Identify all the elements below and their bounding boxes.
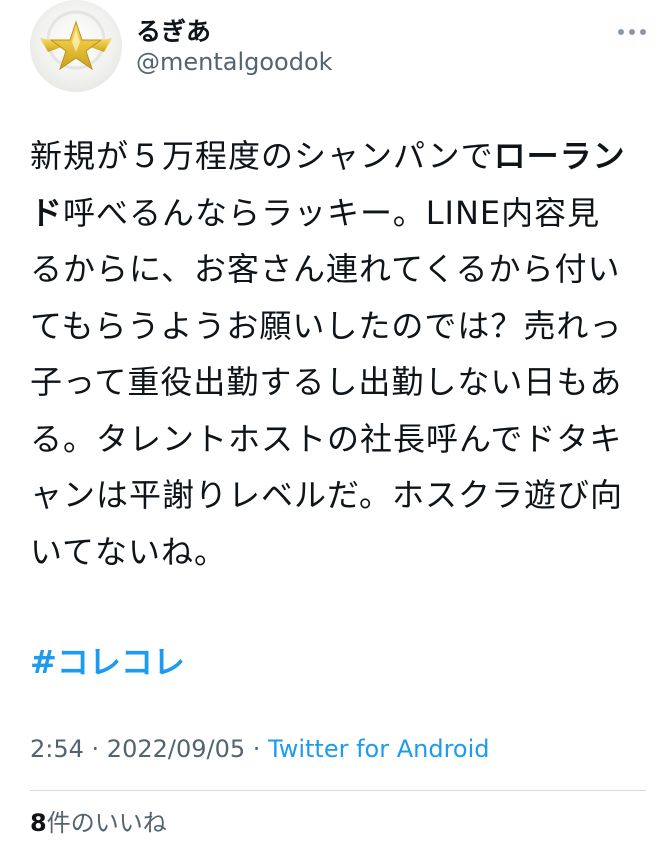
hashtag-link[interactable]: #コレコレ xyxy=(30,636,185,688)
tweet-metadata: 2:54 · 2022/09/05 · Twitter for Android xyxy=(30,732,490,766)
author-display-name[interactable]: るぎあ xyxy=(136,12,211,48)
tweet-text-part1: 新規が５万程度のシャンパンで xyxy=(30,137,494,175)
divider xyxy=(30,790,646,791)
tweet-text-part2: 呼べるんならラッキー。LINE内容見るからに、お客さん連れてくるから付いてもらう… xyxy=(30,193,624,571)
likes-label: 件のいいね xyxy=(46,809,167,837)
gold-star-emblem-icon xyxy=(40,10,112,71)
tweet-time[interactable]: 2:54 xyxy=(30,735,84,763)
author-handle[interactable]: @mentalgoodok xyxy=(136,48,333,76)
meta-separator: · xyxy=(245,735,269,763)
tweet-header: るぎあ @mentalgoodok xyxy=(28,0,648,110)
more-horizontal-icon xyxy=(618,29,646,35)
avatar[interactable] xyxy=(30,0,122,92)
tweet-body: 新規が５万程度のシャンパンでローランド呼べるんならラッキー。LINE内容見るから… xyxy=(30,128,630,580)
likes-stat[interactable]: 8件のいいね xyxy=(30,806,167,840)
tweet-source-link[interactable]: Twitter for Android xyxy=(268,735,489,763)
likes-count: 8 xyxy=(30,809,47,837)
tweet-date[interactable]: 2022/09/05 xyxy=(107,735,245,763)
more-options-button[interactable] xyxy=(616,24,648,40)
meta-separator: · xyxy=(83,735,107,763)
